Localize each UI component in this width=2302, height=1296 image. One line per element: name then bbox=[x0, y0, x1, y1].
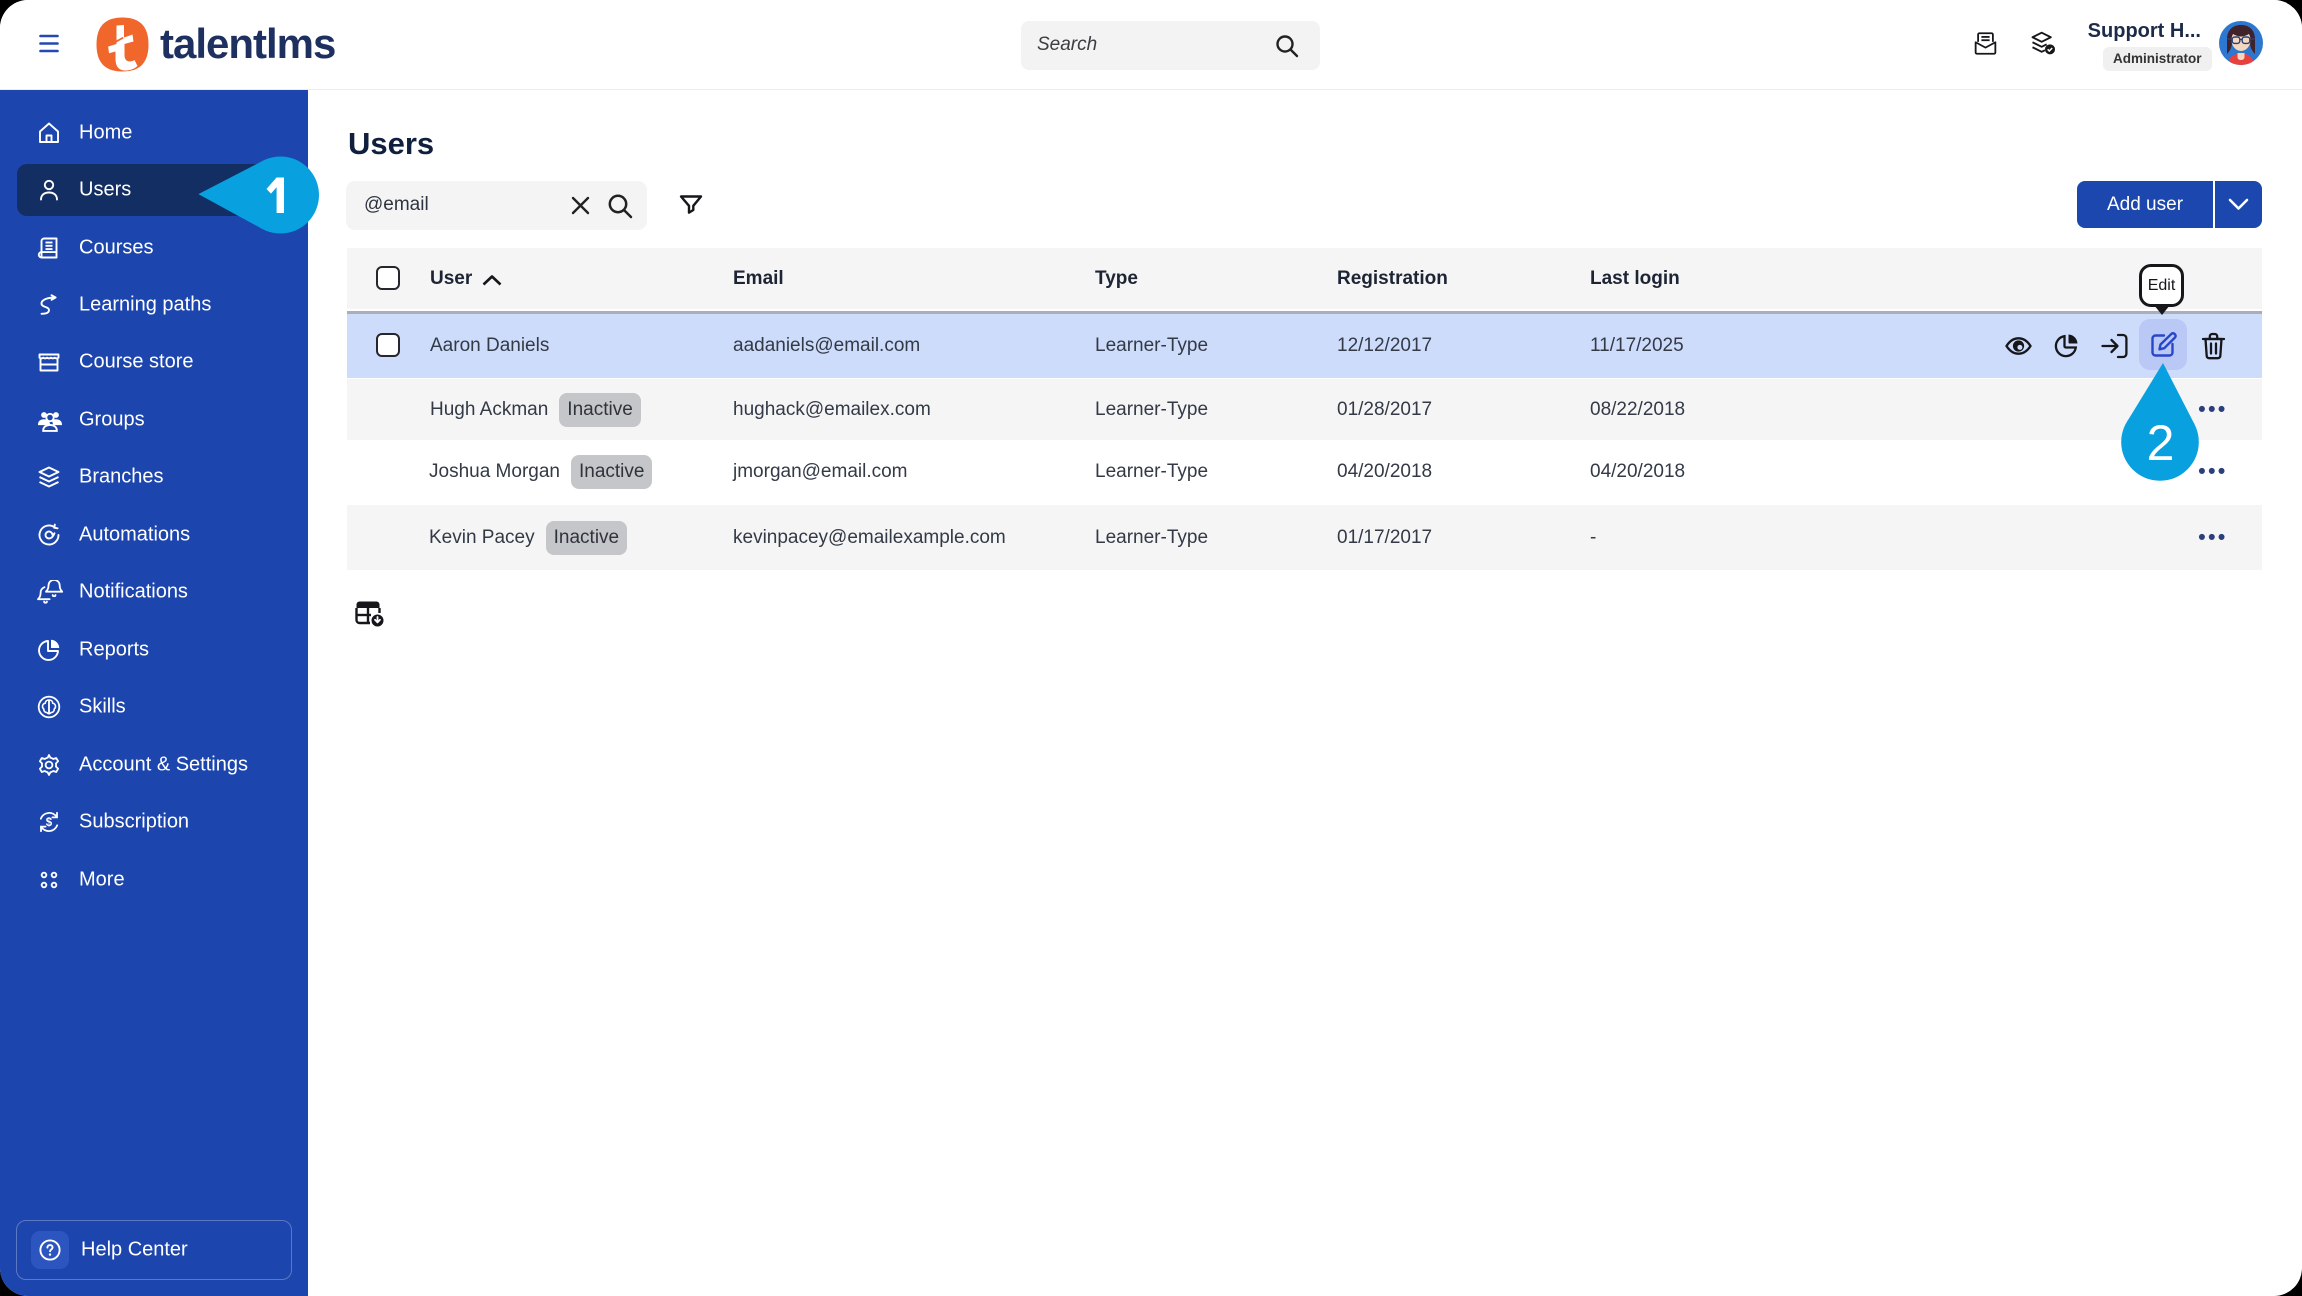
svg-text:$: $ bbox=[46, 817, 53, 829]
svg-text:2: 2 bbox=[2147, 415, 2175, 471]
